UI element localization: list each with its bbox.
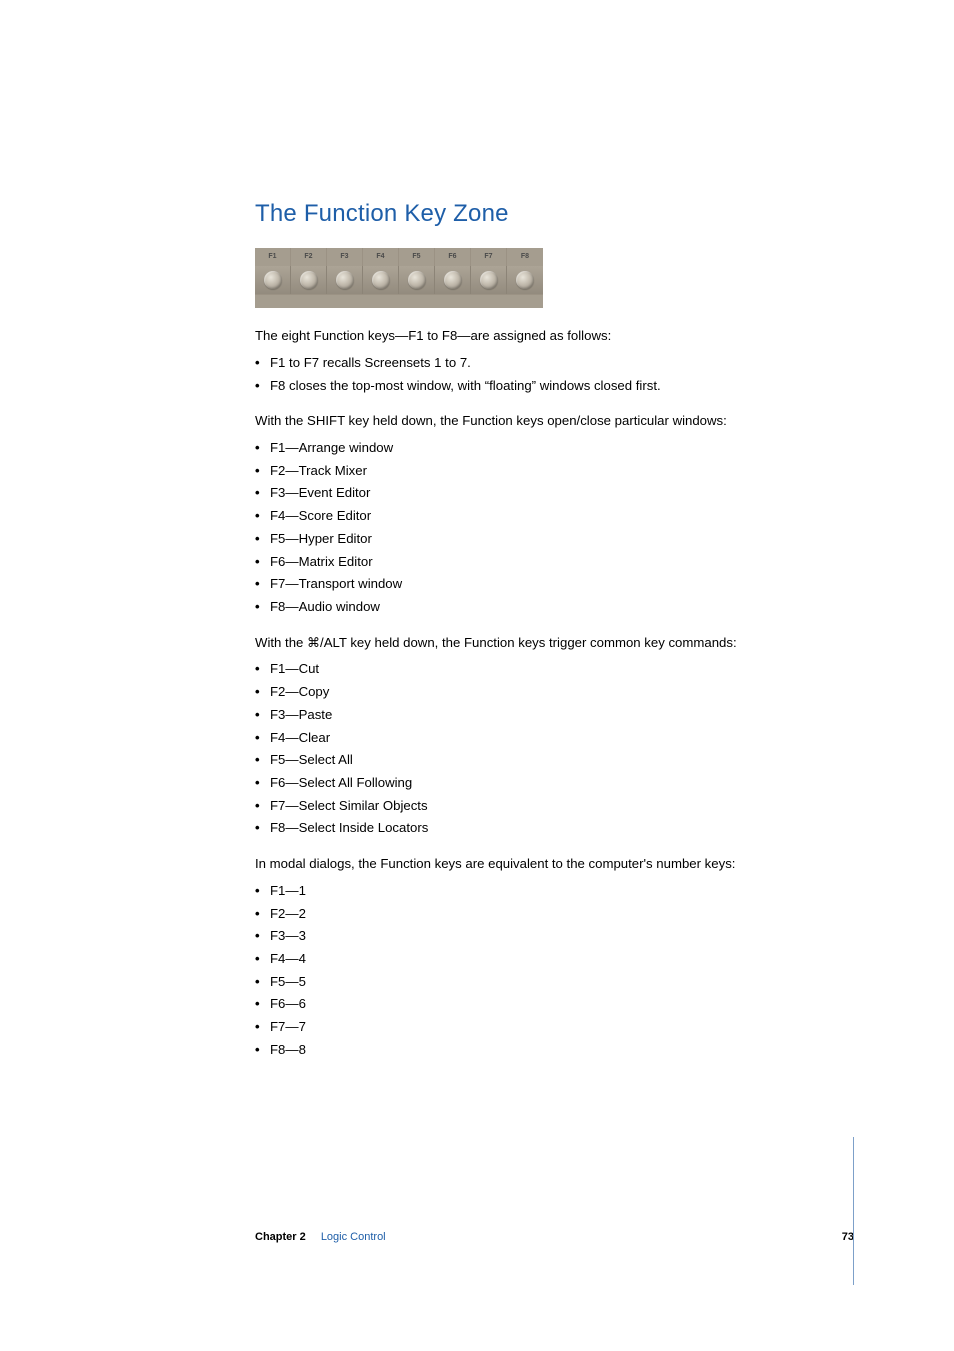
list-item: F4—Score Editor xyxy=(255,505,854,528)
list-item: F1—Arrange window xyxy=(255,437,854,460)
cmdalt-lead-prefix: With the xyxy=(255,635,307,650)
list-item: F6—Select All Following xyxy=(255,772,854,795)
list-item: F2—2 xyxy=(255,903,854,926)
function-key-panel: F1 F2 F3 F4 F5 F6 F7 F8 xyxy=(255,248,543,308)
cmdalt-lead: With the ⌘/ALT key held down, the Functi… xyxy=(255,633,854,653)
shift-list: F1—Arrange window F2—Track Mixer F3—Even… xyxy=(255,437,854,619)
command-key-icon: ⌘ xyxy=(307,633,320,653)
fkey-label-f7: F7 xyxy=(471,248,507,266)
footer-divider xyxy=(853,1137,854,1285)
fkey-button-f8 xyxy=(507,266,543,294)
list-item: F8 closes the top-most window, with “flo… xyxy=(255,375,854,398)
list-item: F7—Transport window xyxy=(255,573,854,596)
fkey-button-f3 xyxy=(327,266,363,294)
modal-list: F1—1 F2—2 F3—3 F4—4 F5—5 F6—6 F7—7 F8—8 xyxy=(255,880,854,1062)
fkey-label-row: F1 F2 F3 F4 F5 F6 F7 F8 xyxy=(255,248,543,266)
list-item: F4—4 xyxy=(255,948,854,971)
fkey-button-f5 xyxy=(399,266,435,294)
modal-lead: In modal dialogs, the Function keys are … xyxy=(255,854,854,874)
list-item: F1—Cut xyxy=(255,658,854,681)
list-item: F5—5 xyxy=(255,971,854,994)
list-item: F6—6 xyxy=(255,993,854,1016)
fkey-panel-base xyxy=(255,294,543,308)
fkey-label-f3: F3 xyxy=(327,248,363,266)
shift-lead: With the SHIFT key held down, the Functi… xyxy=(255,411,854,431)
list-item: F8—Select Inside Locators xyxy=(255,817,854,840)
list-item: F4—Clear xyxy=(255,727,854,750)
cmdalt-lead-suffix: /ALT key held down, the Function keys tr… xyxy=(320,635,737,650)
chapter-label: Chapter 2 xyxy=(255,1231,306,1243)
list-item: F7—7 xyxy=(255,1016,854,1039)
list-item: F1 to F7 recalls Screensets 1 to 7. xyxy=(255,352,854,375)
section-title: The Function Key Zone xyxy=(255,200,854,228)
list-item: F7—Select Similar Objects xyxy=(255,795,854,818)
list-item: F3—Event Editor xyxy=(255,482,854,505)
list-item: F2—Track Mixer xyxy=(255,460,854,483)
fkey-button-f4 xyxy=(363,266,399,294)
list-item: F8—Audio window xyxy=(255,596,854,619)
fkey-button-f1 xyxy=(255,266,291,294)
fkey-label-f5: F5 xyxy=(399,248,435,266)
fkey-button-f6 xyxy=(435,266,471,294)
chapter-name: Logic Control xyxy=(321,1231,386,1243)
list-item: F8—8 xyxy=(255,1039,854,1062)
page-footer: Chapter 2 Logic Control 73 xyxy=(255,1231,854,1243)
cmdalt-list: F1—Cut F2—Copy F3—Paste F4—Clear F5—Sele… xyxy=(255,658,854,840)
intro-paragraph: The eight Function keys—F1 to F8—are ass… xyxy=(255,326,854,346)
list-item: F5—Select All xyxy=(255,749,854,772)
list-item: F6—Matrix Editor xyxy=(255,551,854,574)
fkey-button-row xyxy=(255,266,543,294)
fkey-button-f7 xyxy=(471,266,507,294)
fkey-label-f6: F6 xyxy=(435,248,471,266)
list-item: F1—1 xyxy=(255,880,854,903)
list-item: F2—Copy xyxy=(255,681,854,704)
footer-chapter: Chapter 2 Logic Control xyxy=(255,1231,386,1243)
fkey-label-f2: F2 xyxy=(291,248,327,266)
fkey-label-f4: F4 xyxy=(363,248,399,266)
fkey-label-f1: F1 xyxy=(255,248,291,266)
intro-list: F1 to F7 recalls Screensets 1 to 7. F8 c… xyxy=(255,352,854,397)
list-item: F3—3 xyxy=(255,925,854,948)
fkey-button-f2 xyxy=(291,266,327,294)
list-item: F3—Paste xyxy=(255,704,854,727)
list-item: F5—Hyper Editor xyxy=(255,528,854,551)
fkey-label-f8: F8 xyxy=(507,248,543,266)
